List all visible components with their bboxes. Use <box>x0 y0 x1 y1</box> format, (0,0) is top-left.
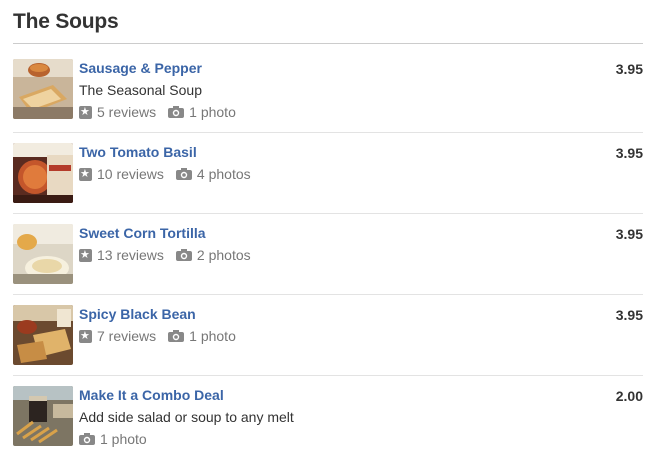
reviews-link[interactable]: 5 reviews <box>79 104 156 120</box>
section-divider <box>13 43 643 44</box>
star-icon <box>79 328 92 344</box>
item-photo[interactable] <box>13 386 73 446</box>
item-name-link[interactable]: Sweet Corn Tortilla <box>79 225 206 241</box>
star-icon <box>79 104 92 120</box>
item-meta: 1 photo <box>79 431 159 447</box>
menu-item: Sweet Corn Tortilla 3.95 13 reviews 2 ph… <box>13 224 643 295</box>
menu-item: Spicy Black Bean 3.95 7 reviews 1 photo <box>13 305 643 376</box>
star-icon <box>79 247 92 263</box>
camera-icon <box>168 330 185 342</box>
photos-count: 4 photos <box>196 166 251 182</box>
item-price: 3.95 <box>615 61 643 77</box>
reviews-count: 10 reviews <box>97 166 164 182</box>
item-photo[interactable] <box>13 224 73 284</box>
item-price: 3.95 <box>615 226 643 242</box>
item-photo[interactable] <box>13 143 73 203</box>
camera-icon <box>175 168 192 180</box>
item-name-link[interactable]: Make It a Combo Deal <box>79 387 224 403</box>
item-divider <box>13 375 643 376</box>
photos-link[interactable]: 1 photo <box>168 328 236 344</box>
reviews-link[interactable]: 10 reviews <box>79 166 164 182</box>
star-icon <box>79 166 92 182</box>
item-description: Add side salad or soup to any melt <box>79 409 294 425</box>
section-title: The Soups <box>13 10 119 33</box>
reviews-count: 7 reviews <box>97 328 157 344</box>
photos-count: 2 photos <box>196 247 251 263</box>
photos-count: 1 photo <box>189 104 236 120</box>
item-price: 3.95 <box>615 145 643 161</box>
menu-item: Sausage & Pepper 3.95 The Seasonal Soup … <box>13 59 643 133</box>
photos-link[interactable]: 1 photo <box>79 431 147 447</box>
item-photo[interactable] <box>13 59 73 119</box>
photos-link[interactable]: 1 photo <box>168 104 236 120</box>
item-name-link[interactable]: Sausage & Pepper <box>79 60 202 76</box>
reviews-link[interactable]: 13 reviews <box>79 247 164 263</box>
item-price: 3.95 <box>615 307 643 323</box>
menu-item: Two Tomato Basil 3.95 10 reviews 4 photo… <box>13 143 643 214</box>
photos-count: 1 photo <box>100 431 147 447</box>
camera-icon <box>79 433 95 445</box>
item-photo[interactable] <box>13 305 73 365</box>
item-description: The Seasonal Soup <box>79 82 202 98</box>
item-meta: 13 reviews 2 photos <box>79 247 263 263</box>
reviews-count: 13 reviews <box>97 247 164 263</box>
item-price: 2.00 <box>615 388 643 404</box>
item-meta: 7 reviews 1 photo <box>79 328 248 344</box>
item-divider <box>13 213 643 214</box>
item-name-link[interactable]: Spicy Black Bean <box>79 306 196 322</box>
item-divider <box>13 294 643 295</box>
camera-icon <box>175 249 192 261</box>
menu-item: Make It a Combo Deal 2.00 Add side salad… <box>13 386 643 461</box>
item-name-link[interactable]: Two Tomato Basil <box>79 144 197 160</box>
camera-icon <box>168 106 185 118</box>
reviews-count: 5 reviews <box>97 104 157 120</box>
item-meta: 5 reviews 1 photo <box>79 104 248 120</box>
reviews-link[interactable]: 7 reviews <box>79 328 156 344</box>
item-divider <box>13 132 643 133</box>
photos-count: 1 photo <box>189 328 236 344</box>
photos-link[interactable]: 2 photos <box>175 247 251 263</box>
photos-link[interactable]: 4 photos <box>175 166 251 182</box>
item-meta: 10 reviews 4 photos <box>79 166 263 182</box>
